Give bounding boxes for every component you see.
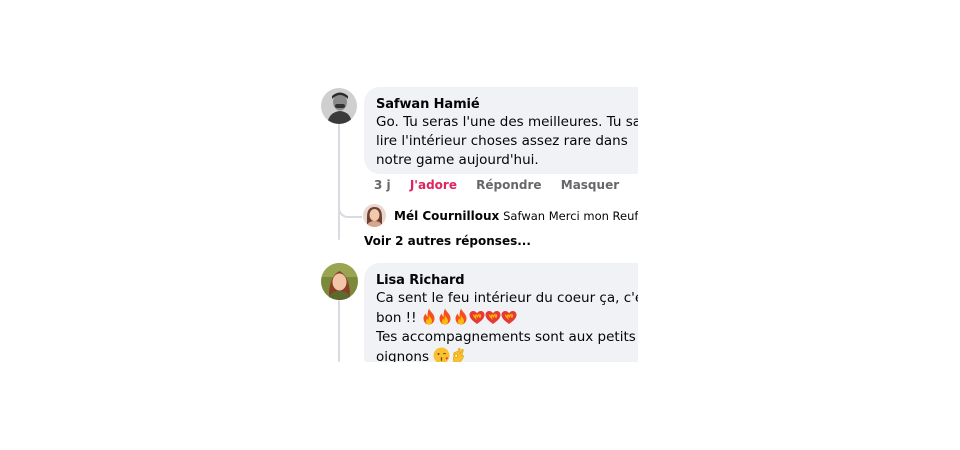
- thread-line: [338, 124, 340, 240]
- avatar-image: [321, 88, 357, 124]
- reply-button[interactable]: Répondre: [476, 178, 541, 192]
- comment-bubble: Lisa Richard Ca sent le feu intérieur du…: [364, 263, 638, 362]
- fire-icon: [421, 308, 437, 325]
- comment-text: Tes accompagnements sont aux petits: [376, 329, 636, 345]
- kiss-face-icon: [433, 347, 450, 362]
- comment-text: oignons: [376, 349, 429, 362]
- comment-text-line: bon !!: [376, 308, 638, 328]
- avatar[interactable]: [321, 263, 358, 300]
- reply-avatar[interactable]: [363, 204, 386, 227]
- reply-text: Safwan Merci mon Reuf, tu sais: [503, 209, 638, 223]
- view-more-replies-link[interactable]: Voir 2 autres réponses...: [364, 234, 531, 248]
- reaction-button[interactable]: J'adore: [410, 178, 457, 192]
- fire-icon: [453, 308, 469, 325]
- reply-author[interactable]: Mél Cournilloux: [394, 209, 499, 223]
- comment-text-line: oignons: [376, 347, 638, 362]
- reply-connector: [338, 200, 362, 218]
- comments-panel: Safwan Hamié Go. Tu seras l'une des meil…: [312, 80, 638, 362]
- comment-text: lire l'intérieur choses assez rare dans: [376, 133, 628, 149]
- ok-hand-icon: [450, 347, 466, 362]
- heart-on-fire-icon: [485, 308, 501, 325]
- comment-text: notre game aujourd'hui.: [376, 152, 539, 168]
- comment-text: Ca sent le feu intérieur du coeur ça, c'…: [376, 290, 638, 306]
- comment-author[interactable]: Safwan Hamié: [376, 96, 638, 113]
- comment-text: bon !!: [376, 310, 417, 326]
- heart-on-fire-icon: [501, 308, 517, 325]
- thread-line: [338, 300, 340, 362]
- comment-text: Go. Tu seras l'une des meilleures. Tu sa…: [376, 114, 638, 130]
- reply-preview[interactable]: Mél Cournilloux Safwan Merci mon Reuf, t…: [394, 208, 638, 224]
- comment-author[interactable]: Lisa Richard: [376, 272, 638, 289]
- reply-avatar-image: [363, 204, 386, 227]
- heart-on-fire-icon: [469, 308, 485, 325]
- comment-timestamp[interactable]: 3 j: [374, 178, 391, 192]
- avatar-image: [321, 263, 358, 300]
- hide-button[interactable]: Masquer: [561, 178, 619, 192]
- comment-bubble: Safwan Hamié Go. Tu seras l'une des meil…: [364, 87, 638, 174]
- fire-icon: [437, 308, 453, 325]
- comment-actions: 3 j J'adore Répondre Masquer 2: [374, 178, 638, 192]
- avatar[interactable]: [321, 88, 357, 124]
